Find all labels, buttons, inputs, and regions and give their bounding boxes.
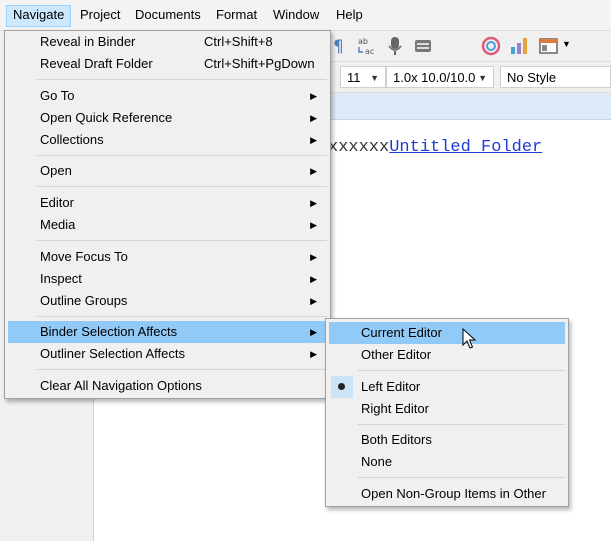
menu-separator [37, 155, 327, 156]
font-size-select[interactable]: 11 ▼ [340, 66, 386, 88]
menu-item-label: Reveal Draft Folder [40, 56, 153, 71]
checked-indicator [331, 376, 353, 398]
submenu-item-open-non-group-items[interactable]: Open Non-Group Items in Other [329, 483, 565, 505]
menu-separator [37, 316, 327, 317]
menu-item-label: Right Editor [361, 401, 429, 416]
menu-item-binder-selection-affects[interactable]: Binder Selection Affects ▶ [8, 321, 327, 343]
svg-text:¶: ¶ [333, 37, 344, 57]
menu-item-label: Open Quick Reference [40, 110, 173, 125]
submenu-arrow-icon: ▶ [310, 349, 317, 359]
submenu-item-other-editor[interactable]: Other Editor [329, 344, 565, 366]
menu-item-reveal-draft-folder[interactable]: Reveal Draft Folder Ctrl+Shift+PgDown [8, 53, 327, 75]
menu-item-label: Inspect [40, 271, 82, 286]
find-replace-icon[interactable]: ab ac [356, 35, 378, 57]
menu-item-open[interactable]: Open ▶ [8, 160, 327, 182]
menu-item-inspect[interactable]: Inspect ▶ [8, 268, 327, 290]
typewriter-icon[interactable] [412, 35, 434, 57]
menu-item-move-focus-to[interactable]: Move Focus To ▶ [8, 246, 327, 268]
chevron-down-icon: ▼ [478, 73, 487, 83]
menu-item-label: Media [40, 217, 76, 232]
menu-item-label: Current Editor [361, 325, 442, 340]
menu-item-label: Clear All Navigation Options [40, 378, 202, 393]
document-text: xxxxxx [328, 138, 390, 157]
menu-help[interactable]: Help [330, 5, 369, 25]
layout-dropdown-caret[interactable]: ▼ [562, 39, 571, 49]
submenu-arrow-icon: ▶ [310, 252, 317, 262]
menu-separator [37, 79, 327, 80]
menu-item-label: Open [40, 163, 72, 178]
line-spacing-value: 1.0x 10.0/10.0 [393, 70, 476, 85]
submenu-item-current-editor[interactable]: Current Editor [329, 322, 565, 344]
submenu-arrow-icon: ▶ [310, 296, 317, 306]
document-link[interactable]: Untitled Folder [389, 138, 542, 157]
menu-item-label: Binder Selection Affects [40, 324, 178, 339]
font-size-value: 11 [347, 70, 361, 85]
menu-item-outline-groups[interactable]: Outline Groups ▶ [8, 290, 327, 312]
menu-project[interactable]: Project [74, 5, 126, 25]
menu-item-open-quick-reference[interactable]: Open Quick Reference ▶ [8, 107, 327, 129]
submenu-arrow-icon: ▶ [310, 113, 317, 123]
microphone-icon[interactable] [384, 35, 406, 57]
menu-window[interactable]: Window [267, 5, 325, 25]
menu-item-outliner-selection-affects[interactable]: Outliner Selection Affects ▶ [8, 343, 327, 365]
submenu-arrow-icon: ▶ [310, 91, 317, 101]
submenu-arrow-icon: ▶ [310, 135, 317, 145]
menu-separator [358, 370, 565, 371]
menu-item-label: Move Focus To [40, 249, 128, 264]
navigate-menu: Reveal in Binder Ctrl+Shift+8 Reveal Dra… [4, 30, 331, 399]
style-value: No Style [507, 70, 557, 85]
radio-bullet-icon [338, 383, 345, 390]
target-icon[interactable] [480, 35, 502, 57]
style-select[interactable]: No Style [500, 66, 611, 88]
menu-navigate[interactable]: Navigate [6, 5, 72, 27]
invisibles-icon[interactable]: ¶ [330, 35, 352, 57]
menu-item-label: Go To [40, 88, 75, 103]
menu-item-clear-all-navigation-options[interactable]: Clear All Navigation Options [8, 375, 327, 397]
menu-format[interactable]: Format [210, 5, 263, 25]
layout-icon[interactable] [538, 35, 560, 57]
menu-item-reveal-in-binder[interactable]: Reveal in Binder Ctrl+Shift+8 [8, 31, 327, 53]
line-spacing-select[interactable]: 1.0x 10.0/10.0 ▼ [386, 66, 494, 88]
mouse-cursor-icon [462, 327, 477, 353]
submenu-arrow-icon: ▶ [310, 166, 317, 176]
menu-item-label: Reveal in Binder [40, 34, 136, 49]
binder-selection-submenu: Current Editor Other Editor Left Editor … [325, 318, 569, 507]
document-text-line: xxxxxxUntitled Folder [328, 138, 542, 157]
menu-separator [37, 240, 327, 241]
menu-item-go-to[interactable]: Go To ▶ [8, 85, 327, 107]
menu-separator [358, 424, 565, 425]
menu-item-label: Outline Groups [40, 293, 128, 308]
submenu-item-right-editor[interactable]: Right Editor [329, 398, 565, 420]
menu-item-label: Open Non-Group Items in Other [361, 486, 546, 501]
menu-item-label: Other Editor [361, 347, 432, 362]
submenu-item-left-editor[interactable]: Left Editor [329, 376, 565, 398]
menu-separator [37, 369, 327, 370]
submenu-arrow-icon: ▶ [310, 327, 317, 337]
submenu-arrow-icon: ▶ [310, 220, 317, 230]
submenu-arrow-icon: ▶ [310, 198, 317, 208]
menu-item-label: None [361, 454, 393, 469]
submenu-item-both-editors[interactable]: Both Editors [329, 429, 565, 451]
menu-item-label: Outliner Selection Affects [40, 346, 186, 361]
menu-documents[interactable]: Documents [129, 5, 207, 25]
svg-text:ab: ab [358, 37, 368, 46]
submenu-item-none[interactable]: None [329, 451, 565, 473]
menu-item-label: Editor [40, 195, 74, 210]
svg-text:ac: ac [365, 47, 374, 56]
menu-item-collections[interactable]: Collections ▶ [8, 129, 327, 151]
menu-item-label: Collections [40, 132, 104, 147]
shortcut-label: Ctrl+Shift+8 [204, 34, 273, 49]
submenu-arrow-icon: ▶ [310, 274, 317, 284]
menu-item-editor[interactable]: Editor ▶ [8, 192, 327, 214]
menu-separator [37, 186, 327, 187]
menu-bar: Navigate Project Documents Format Window… [0, 0, 611, 31]
menu-item-media[interactable]: Media ▶ [8, 214, 327, 236]
menu-item-label: Both Editors [361, 432, 432, 447]
shortcut-label: Ctrl+Shift+PgDown [204, 56, 315, 71]
statistics-icon[interactable] [508, 35, 530, 57]
chevron-down-icon: ▼ [370, 73, 379, 83]
menu-item-label: Left Editor [361, 379, 421, 394]
menu-separator [358, 477, 565, 478]
